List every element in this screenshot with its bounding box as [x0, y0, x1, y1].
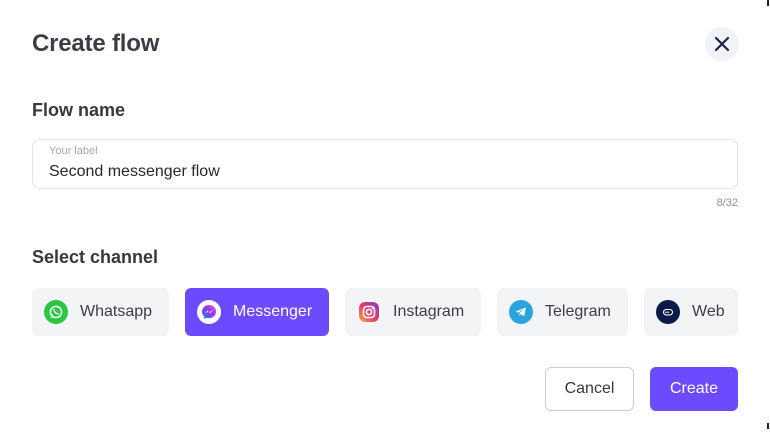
dialog-title: Create flow — [32, 30, 160, 57]
flow-name-field[interactable]: Your label Second messenger flow — [32, 139, 738, 189]
channel-label: Telegram — [545, 303, 611, 320]
select-channel-label: Select channel — [32, 247, 159, 267]
create-flow-dialog: Create flow Flow name Your label Second … — [0, 0, 770, 435]
channel-label: Instagram — [393, 303, 465, 320]
telegram-icon — [509, 300, 533, 324]
close-button[interactable] — [705, 27, 739, 61]
flow-name-value[interactable]: Second messenger flow — [49, 163, 220, 181]
channel-telegram[interactable]: Telegram — [497, 288, 628, 336]
window-edge-marker — [767, 423, 769, 429]
window-edge-marker — [767, 0, 769, 6]
channel-messenger[interactable]: Messenger — [185, 288, 329, 336]
web-chat-icon — [656, 300, 680, 324]
instagram-icon — [357, 300, 381, 324]
messenger-icon — [197, 300, 221, 324]
character-counter: 8/32 — [716, 197, 738, 209]
flow-name-label: Flow name — [32, 100, 126, 120]
flow-name-placeholder: Your label — [49, 145, 98, 157]
channel-label: Web — [692, 303, 725, 320]
channel-label: Messenger — [233, 303, 313, 320]
cancel-button[interactable]: Cancel — [545, 367, 634, 411]
channel-instagram[interactable]: Instagram — [345, 288, 481, 336]
create-button[interactable]: Create — [650, 367, 738, 411]
close-icon — [714, 36, 730, 52]
channel-label: Whatsapp — [80, 303, 153, 320]
whatsapp-icon — [44, 300, 68, 324]
channel-web[interactable]: Web — [644, 288, 738, 336]
channel-whatsapp[interactable]: Whatsapp — [32, 288, 169, 336]
